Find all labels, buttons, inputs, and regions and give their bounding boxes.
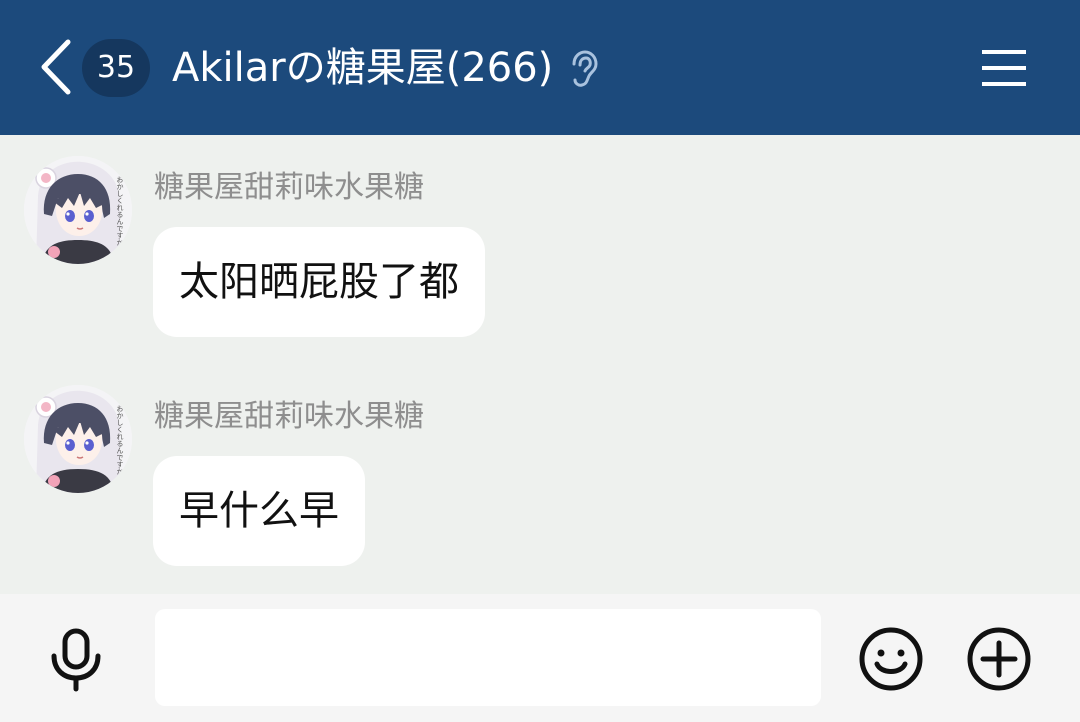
plus-circle-icon: [967, 627, 1031, 691]
anime-avatar-icon: おかしくれるんですか: [24, 385, 132, 493]
message-input[interactable]: [155, 609, 821, 706]
message-bubble[interactable]: 早什么早: [153, 456, 365, 566]
more-actions-button[interactable]: [966, 626, 1032, 692]
sender-avatar[interactable]: おかしくれるんですか: [24, 385, 132, 493]
ear-icon: [566, 50, 600, 88]
anime-avatar-icon: おかしくれるんですか: [24, 156, 132, 264]
hamburger-menu-icon: [982, 50, 1026, 86]
message-bubble[interactable]: 太阳晒屁股了都: [153, 227, 485, 337]
sender-name: 糖果屋甜莉味水果糖: [154, 170, 424, 205]
microphone-icon: [51, 628, 101, 692]
sender-name: 糖果屋甜莉味水果糖: [154, 399, 424, 434]
menu-button[interactable]: [978, 46, 1030, 90]
unread-count-badge[interactable]: 35: [82, 39, 150, 97]
svg-text:おかしくれるんですか: おかしくれるんですか: [116, 405, 124, 475]
chat-title: Akilarの糖果屋(266): [172, 45, 554, 91]
voice-button[interactable]: [48, 628, 104, 692]
svg-text:おかしくれるんですか: おかしくれるんですか: [116, 176, 124, 246]
back-button[interactable]: [36, 38, 76, 96]
emoji-button[interactable]: [858, 626, 924, 692]
smiley-icon: [859, 627, 923, 691]
chevron-left-icon: [41, 39, 71, 95]
sender-avatar[interactable]: おかしくれるんですか: [24, 156, 132, 264]
chat-header: 35 Akilarの糖果屋(266): [0, 0, 1080, 135]
